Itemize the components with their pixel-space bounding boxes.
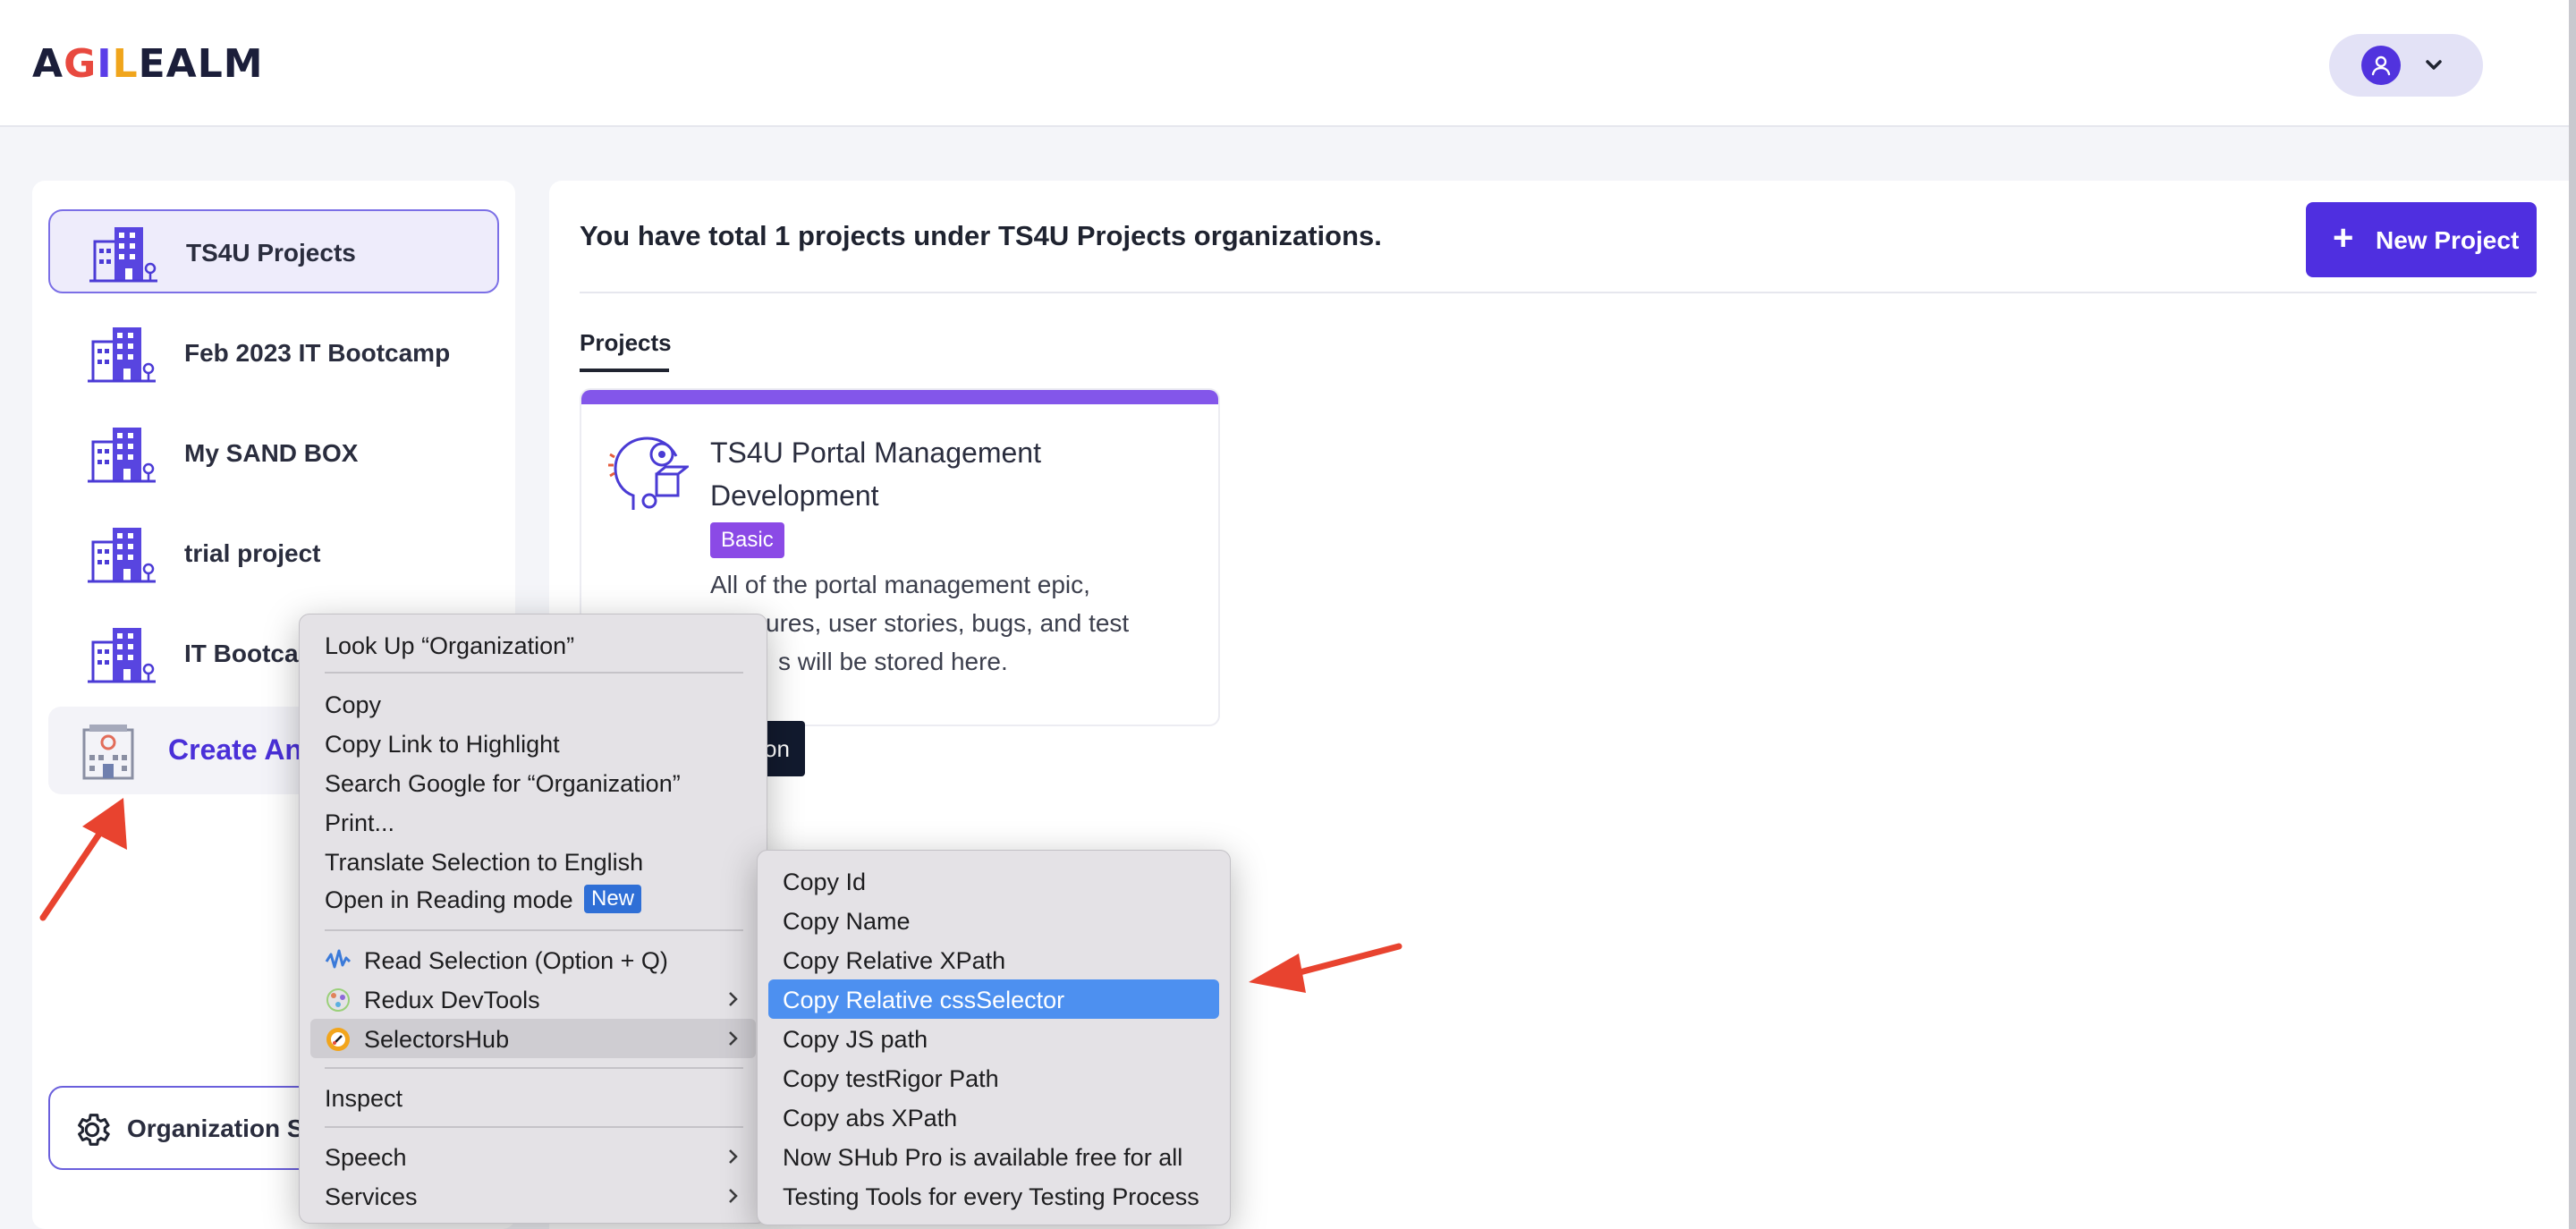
menu-separator	[325, 672, 743, 674]
gear-icon	[78, 1114, 110, 1146]
menu-item-selectorshub[interactable]: SelectorsHub	[300, 1019, 767, 1058]
user-menu-button[interactable]	[2329, 34, 2483, 97]
submenu-item-copy-name[interactable]: Copy Name	[758, 901, 1230, 940]
page-scrollbar[interactable]	[2569, 0, 2576, 1229]
submenu-item-copy-js-path[interactable]: Copy JS path	[758, 1019, 1230, 1058]
building-icon	[88, 327, 156, 383]
building-icon	[88, 428, 156, 483]
tab-active-indicator	[580, 369, 669, 372]
building-icon	[89, 227, 157, 283]
page-title: You have total 1 projects under TS4U Pro…	[580, 220, 1382, 251]
menu-separator	[325, 1067, 743, 1069]
submenu-item-copy-relative-css-selector[interactable]: Copy Relative cssSelector	[758, 979, 1230, 1019]
submenu-item-testing-tools[interactable]: Testing Tools for every Testing Process	[758, 1176, 1230, 1216]
menu-item-read-selection[interactable]: Read Selection (Option + Q)	[300, 940, 767, 979]
redux-icon	[326, 988, 350, 1012]
submenu-item-copy-id[interactable]: Copy Id	[758, 861, 1230, 901]
building-add-icon	[82, 725, 134, 780]
menu-item-redux-devtools[interactable]: Redux DevTools	[300, 979, 767, 1019]
menu-item-copy-link-to-highlight[interactable]: Copy Link to Highlight	[300, 724, 767, 763]
menu-separator	[325, 929, 743, 931]
sidebar-item-label: trial project	[184, 539, 321, 567]
project-description: All of the portal management epic, ures,…	[710, 571, 1130, 675]
sidebar-item-feb-2023-it-bootcamp[interactable]: Feb 2023 IT Bootcamp	[48, 311, 499, 395]
selectorshub-submenu: Copy Id Copy Name Copy Relative XPath Co…	[757, 850, 1231, 1225]
sidebar-item-label: TS4U Projects	[186, 239, 356, 267]
waveform-icon	[325, 949, 352, 969]
menu-item-copy[interactable]: Copy	[300, 684, 767, 724]
chevron-down-icon	[2426, 60, 2442, 70]
user-avatar-icon	[2361, 46, 2401, 85]
building-icon	[88, 628, 156, 683]
card-accent-bar	[581, 390, 1218, 404]
annotation-arrow	[39, 798, 127, 921]
sidebar-item-my-sand-box[interactable]: My SAND BOX	[48, 411, 499, 496]
project-head-gear-icon	[608, 437, 689, 510]
chevron-right-icon	[729, 1189, 738, 1203]
sidebar-item-trial-project[interactable]: trial project	[48, 512, 499, 596]
divider	[580, 292, 2537, 293]
tab-projects[interactable]: Projects	[580, 329, 672, 357]
submenu-item-copy-relative-xpath[interactable]: Copy Relative XPath	[758, 940, 1230, 979]
menu-item-search-google[interactable]: Search Google for “Organization”	[300, 763, 767, 802]
menu-item-services[interactable]: Services	[300, 1176, 767, 1216]
chevron-right-icon	[729, 992, 738, 1006]
new-badge: New	[584, 885, 642, 913]
menu-item-look-up[interactable]: Look Up “Organization”	[300, 625, 767, 665]
menu-item-reading-mode[interactable]: Open in Reading mode New	[300, 879, 767, 919]
app-logo[interactable]: AGILEALM	[32, 41, 264, 87]
sidebar-item-label: Feb 2023 IT Bootcamp	[184, 339, 451, 367]
sidebar-item-label: My SAND BOX	[184, 439, 359, 467]
plus-icon: +	[2333, 218, 2354, 258]
selectorshub-icon	[326, 1028, 350, 1051]
top-bar: AGILEALM	[0, 0, 2569, 127]
sidebar-item-ts4u-projects[interactable]: TS4U Projects	[48, 209, 499, 293]
submenu-item-copy-abs-xpath[interactable]: Copy abs XPath	[758, 1098, 1230, 1137]
menu-item-inspect[interactable]: Inspect	[300, 1078, 767, 1117]
context-menu: Look Up “Organization” Copy Copy Link to…	[299, 614, 767, 1224]
submenu-item-copy-testrigor-path[interactable]: Copy testRigor Path	[758, 1058, 1230, 1098]
menu-separator	[325, 1126, 743, 1128]
create-organization-label: Create An	[168, 733, 302, 766]
chevron-right-icon	[729, 1149, 738, 1164]
menu-item-speech[interactable]: Speech	[300, 1137, 767, 1176]
menu-item-print[interactable]: Print...	[300, 802, 767, 842]
new-project-label: New Project	[2376, 226, 2520, 254]
chevron-right-icon	[729, 1031, 738, 1046]
annotation-arrow	[1249, 943, 1402, 993]
project-type-badge: Basic	[710, 522, 784, 558]
submenu-item-shub-pro-promo[interactable]: Now SHub Pro is available free for all	[758, 1137, 1230, 1176]
project-title[interactable]: TS4U Portal Management Development	[710, 431, 1193, 517]
building-icon	[88, 528, 156, 583]
new-project-button[interactable]: + New Project	[2306, 202, 2537, 277]
organization-settings-label: Organization S	[127, 1115, 304, 1142]
menu-item-translate[interactable]: Translate Selection to English	[300, 842, 767, 881]
